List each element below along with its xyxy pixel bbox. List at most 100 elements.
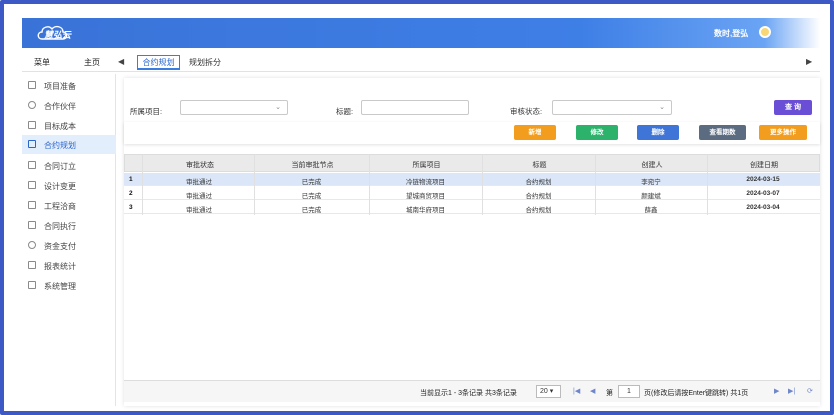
column-divider xyxy=(142,154,143,215)
row-number: 2 xyxy=(129,190,133,197)
chevron-left-icon[interactable]: ◀ xyxy=(118,57,124,66)
table-cell: 冷链物流项目 xyxy=(406,179,445,186)
row-number: 3 xyxy=(129,204,133,211)
document-icon xyxy=(28,81,36,89)
page-number-input[interactable]: 1 xyxy=(618,385,640,398)
query-button[interactable]: 查 询 xyxy=(774,100,812,115)
first-page-icon[interactable]: |◀ xyxy=(573,387,580,395)
table-cell: 合约规划 xyxy=(525,207,552,214)
sidebar-item-label: 设计变更 xyxy=(44,182,76,191)
column-header[interactable]: 审批状态 xyxy=(145,160,255,170)
column-header[interactable]: 创建日期 xyxy=(708,160,820,170)
last-page-icon[interactable]: ▶| xyxy=(788,387,795,395)
table-cell: 已完成 xyxy=(301,179,322,186)
refresh-icon[interactable]: ⟳ xyxy=(807,387,813,395)
next-page-icon[interactable]: ▶ xyxy=(774,387,779,395)
table-cell: 审批通过 xyxy=(186,179,212,186)
table-row[interactable]: 3 审批通过 已完成 城南华府项目 合约规划 薛鑫 2024-03-04 xyxy=(124,201,820,214)
main-content: 所属项目: ⌄ 标题: 审核状态: ⌄ 查 询 新增 修改 删除 查看期数 更多… xyxy=(124,78,820,406)
payment-icon xyxy=(28,241,36,249)
execution-icon xyxy=(28,221,36,229)
add-button[interactable]: 新增 xyxy=(514,125,556,140)
sidebar-item-payment[interactable]: 资金支付 xyxy=(22,236,116,255)
table-cell: 审批通过 xyxy=(186,193,212,200)
column-divider xyxy=(595,154,596,215)
toolbar: 新增 修改 删除 查看期数 更多操作 xyxy=(124,122,820,144)
view-periods-button[interactable]: 查看期数 xyxy=(699,125,746,140)
table-row[interactable]: 2 审批通过 已完成 望城商贸项目 合约规划 颜建斌 2024-03-07 xyxy=(124,187,820,200)
sidebar-item-contract-exec[interactable]: 合同执行 xyxy=(22,216,116,235)
title-input[interactable] xyxy=(361,100,469,115)
tab-contract-planning[interactable]: 合约规划 xyxy=(137,55,180,70)
edit-button[interactable]: 修改 xyxy=(576,125,618,140)
sidebar-item-label: 合同订立 xyxy=(44,162,76,171)
status-filter-label: 审核状态: xyxy=(510,107,543,116)
negotiation-icon xyxy=(28,201,36,209)
sidebar-item-partners[interactable]: 合作伙伴 xyxy=(22,96,116,115)
sidebar-item-label: 目标成本 xyxy=(44,122,76,131)
app-window: 慧弘云 数时,登弘 菜单 主页 ◀ 合约规划 规划拆分 ▶ 项目准备 合作伙伴 … xyxy=(0,0,834,415)
table-cell: 城南华府项目 xyxy=(406,207,445,214)
tab-bar: 菜单 主页 ◀ 合约规划 规划拆分 ▶ xyxy=(22,52,820,72)
table-cell: 2024-03-04 xyxy=(746,204,780,211)
sidebar-item-label: 项目准备 xyxy=(44,82,76,91)
sidebar-item-negotiation[interactable]: 工程洽商 xyxy=(22,196,116,215)
pagination-summary: 当前显示1 - 3条记录 共3条记录 xyxy=(420,390,517,397)
column-header[interactable]: 当前审批节点 xyxy=(255,160,370,170)
page-prefix: 第 xyxy=(606,390,613,397)
project-select[interactable]: ⌄ xyxy=(180,100,288,115)
column-divider xyxy=(482,154,483,215)
column-header[interactable]: 所属项目 xyxy=(370,160,483,170)
table-cell: 薛鑫 xyxy=(644,207,658,214)
page-size-value: 20 xyxy=(540,388,548,395)
tab-home[interactable]: 主页 xyxy=(84,57,100,68)
column-header[interactable]: 标题 xyxy=(483,160,596,170)
delete-button[interactable]: 删除 xyxy=(637,125,679,140)
table-cell: 2024-03-15 xyxy=(746,176,780,183)
sidebar-item-reports[interactable]: 报表统计 xyxy=(22,256,116,275)
table-cell: 合约规划 xyxy=(525,179,552,186)
column-divider xyxy=(707,154,708,215)
prev-page-icon[interactable]: ◀ xyxy=(590,387,595,395)
sidebar-item-contract-planning[interactable]: 合约规划 xyxy=(22,135,116,154)
sidebar-item-target-cost[interactable]: 目标成本 xyxy=(22,116,116,135)
page-size-select[interactable]: 20 ▾ xyxy=(536,385,561,398)
table-cell: 李宛宁 xyxy=(641,179,661,186)
sidebar-item-system[interactable]: 系统管理 xyxy=(22,276,116,295)
chevron-down-icon: ⌄ xyxy=(275,104,281,111)
table-cell: 已完成 xyxy=(301,193,322,200)
tab-planning-split[interactable]: 规划拆分 xyxy=(189,57,221,68)
sidebar: 项目准备 合作伙伴 目标成本 合约规划 合同订立 设计变更 工程洽商 合同执行 … xyxy=(22,74,116,406)
contract-icon xyxy=(28,161,36,169)
sidebar-item-label: 合同执行 xyxy=(44,222,76,231)
table-cell: 望城商贸项目 xyxy=(406,193,445,200)
avatar[interactable] xyxy=(759,26,771,38)
report-icon xyxy=(28,261,36,269)
top-bar: 慧弘云 数时,登弘 xyxy=(22,18,820,48)
table-cell: 合约规划 xyxy=(525,193,552,200)
column-divider xyxy=(254,154,255,215)
table-header: 审批状态 当前审批节点 所属项目 标题 创建人 创建日期 xyxy=(124,154,820,172)
sidebar-item-label: 系统管理 xyxy=(44,282,76,291)
project-filter-label: 所属项目: xyxy=(130,107,163,116)
menu-button[interactable]: 菜单 xyxy=(34,57,50,68)
system-icon xyxy=(28,281,36,289)
sidebar-item-contract-sign[interactable]: 合同订立 xyxy=(22,156,116,175)
sidebar-item-label: 合约规划 xyxy=(44,141,76,150)
sidebar-item-design-change[interactable]: 设计变更 xyxy=(22,176,116,195)
user-name[interactable]: 数时,登弘 xyxy=(714,28,748,39)
sidebar-item-project-prep[interactable]: 项目准备 xyxy=(22,76,116,95)
column-divider xyxy=(369,154,370,215)
column-header[interactable]: 创建人 xyxy=(596,160,708,170)
chevron-right-icon[interactable]: ▶ xyxy=(806,57,812,66)
table-cell: 颜建斌 xyxy=(641,193,661,200)
table-cell: 审批通过 xyxy=(186,207,212,214)
table-row[interactable]: 1 审批通过 已完成 冷链物流项目 合约规划 李宛宁 2024-03-15 xyxy=(124,173,820,186)
logo-text: 慧弘云 xyxy=(44,30,72,40)
status-select[interactable]: ⌄ xyxy=(552,100,672,115)
partner-icon xyxy=(28,101,36,109)
sidebar-item-label: 合作伙伴 xyxy=(44,102,76,111)
more-actions-button[interactable]: 更多操作 xyxy=(759,125,807,140)
design-icon xyxy=(28,181,36,189)
pagination-bar: 当前显示1 - 3条记录 共3条记录 20 ▾ |◀ ◀ 第 1 页(修改后请按… xyxy=(124,380,820,402)
